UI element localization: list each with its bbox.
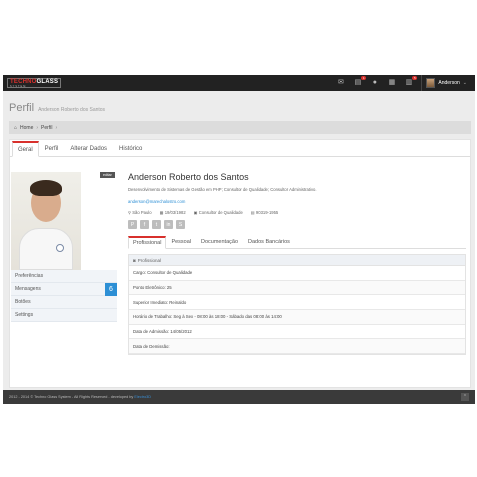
tab-historico[interactable]: Histórico (113, 141, 148, 156)
side-item-botoes[interactable]: Botões (11, 296, 117, 309)
breadcrumb: ⌂ Home › Perfil › (9, 121, 471, 134)
notifications-icon[interactable]: ▤ 1 (353, 75, 367, 91)
notification-badge: 5 (412, 76, 418, 80)
page-title: Perfil (9, 102, 35, 114)
logo-subtitle: SYSTEM (10, 84, 27, 88)
profile-subtabs: Profissional Pessoal Documentação Dados … (128, 236, 466, 249)
info-row: Horário de Trabalho: Seg à Sex - 08:00 à… (129, 310, 465, 325)
app-window: TECHNOGLASS SYSTEM ✉ ▤ 1 ● ▦ ▥ 5 Anderson ⌄ Pe… (3, 75, 475, 404)
scroll-up-icon[interactable]: ⌃ (461, 393, 469, 401)
breadcrumb-home[interactable]: Home (20, 125, 33, 131)
tab-alterar-dados[interactable]: Alterar Dados (64, 141, 113, 156)
techno-glass-logo[interactable]: TECHNOGLASS SYSTEM (7, 78, 62, 88)
subtab-dados-bancarios[interactable]: Dados Bancários (243, 236, 295, 248)
profile-photo (11, 172, 81, 270)
facebook-icon[interactable]: f (140, 220, 149, 229)
edit-button[interactable]: editar (100, 172, 115, 178)
social-links: P f t in S (128, 220, 185, 229)
meta-birthdate-value: 19/03/1982 (164, 210, 186, 215)
side-item-label: Settings (15, 312, 34, 318)
profile-meta: ⚲ São Paulo ▦ 19/03/1982 ▣ Consultor de … (128, 210, 278, 215)
subtab-documentacao[interactable]: Documentação (196, 236, 243, 248)
info-row: Data de Admissão: 14/05/2012 (129, 325, 465, 340)
globe-icon[interactable]: ● (370, 75, 379, 91)
profile-name: Anderson Roberto dos Santos (128, 172, 249, 182)
breadcrumb-current[interactable]: Perfil (41, 125, 52, 131)
breadcrumb-separator-icon: › (55, 124, 58, 131)
page-subtitle: Anderson Roberto dos Santos (38, 107, 106, 113)
breadcrumb-separator-icon: › (36, 124, 39, 131)
meta-city-value: São Paulo (132, 210, 152, 215)
side-item-settings[interactable]: Settings (11, 309, 117, 322)
info-row: Data de Demissão: (129, 339, 465, 355)
footer: 2012 - 2014 © Techno Glass System - All … (3, 390, 475, 404)
notification-badge: 1 (361, 76, 367, 80)
top-navbar: TECHNOGLASS SYSTEM ✉ ▤ 1 ● ▦ ▥ 5 Anderson ⌄ (3, 75, 475, 91)
meta-id-value: 90319-1955 (255, 210, 279, 215)
main-tabs: Geral Perfil Alterar Dados Histórico (10, 140, 470, 157)
info-row: Cargo: Consultor de Qualidade (129, 266, 465, 281)
user-menu[interactable]: Anderson ⌄ (421, 75, 467, 91)
footer-developer-link[interactable]: Electro3D (134, 395, 151, 399)
meta-id: ▤ 90319-1955 (251, 210, 278, 215)
tab-perfil[interactable]: Perfil (39, 141, 65, 156)
side-item-label: Botões (15, 299, 31, 305)
camera-icon: ◙ (133, 257, 136, 263)
meta-city: ⚲ São Paulo (128, 210, 152, 215)
pinterest-icon[interactable]: P (128, 220, 137, 229)
side-item-mensagens[interactable]: Mensagens 6 (11, 282, 117, 296)
calendar-icon[interactable]: ▦ (387, 75, 396, 91)
side-item-label: Mensagens (15, 286, 41, 292)
footer-copyright: 2012 - 2014 © Techno Glass System - All … (9, 395, 134, 399)
tasks-icon[interactable]: ▥ 5 (404, 75, 418, 91)
page-header: Perfil Anderson Roberto dos Santos (9, 102, 105, 114)
photo-shirt (19, 228, 73, 270)
meta-role-value: Consultor de Qualidade (198, 210, 243, 215)
info-header-title: Profissional (137, 257, 161, 263)
footer-text: 2012 - 2014 © Techno Glass System - All … (9, 395, 151, 399)
info-row: Superior Imediato: Reinaldo (129, 295, 465, 311)
profile-panel: Geral Perfil Alterar Dados Histórico edi… (9, 139, 471, 388)
top-icons: ✉ ▤ 1 ● ▦ ▥ 5 Anderson ⌄ (336, 75, 467, 91)
linkedin-icon[interactable]: in (164, 220, 173, 229)
profile-email-link[interactable]: anderson@marechalostro.com (128, 199, 185, 204)
side-item-label: Preferências (15, 273, 44, 279)
meta-birthdate: ▦ 19/03/1982 (160, 210, 186, 215)
user-name: Anderson (438, 80, 460, 86)
comments-icon[interactable]: ✉ (336, 75, 345, 91)
professional-info-box: ◙ Profissional Cargo: Consultor de Quali… (128, 254, 466, 356)
photo-hair (30, 180, 62, 196)
twitter-icon[interactable]: t (152, 220, 161, 229)
photo-name-badge (56, 244, 64, 252)
avatar (426, 78, 436, 88)
home-icon: ⌂ (14, 124, 18, 131)
subtab-profissional[interactable]: Profissional (128, 236, 167, 249)
subtab-pessoal[interactable]: Pessoal (166, 236, 196, 248)
side-item-preferencias[interactable]: Preferências (11, 270, 117, 283)
chevron-down-icon: ⌄ (462, 80, 467, 86)
info-row: Ponto Eletrônico: 25 (129, 280, 465, 296)
profile-description: Desenvolvimento de Sistemas de Gestão em… (128, 187, 317, 192)
messages-count-badge: 6 (105, 282, 117, 296)
tab-geral[interactable]: Geral (12, 141, 39, 157)
info-header: ◙ Profissional (129, 255, 465, 266)
meta-role: ▣ Consultor de Qualidade (194, 210, 243, 215)
skype-icon[interactable]: S (176, 220, 185, 229)
profile-side-menu: Preferências Mensagens 6 Botões Settings (11, 270, 117, 322)
